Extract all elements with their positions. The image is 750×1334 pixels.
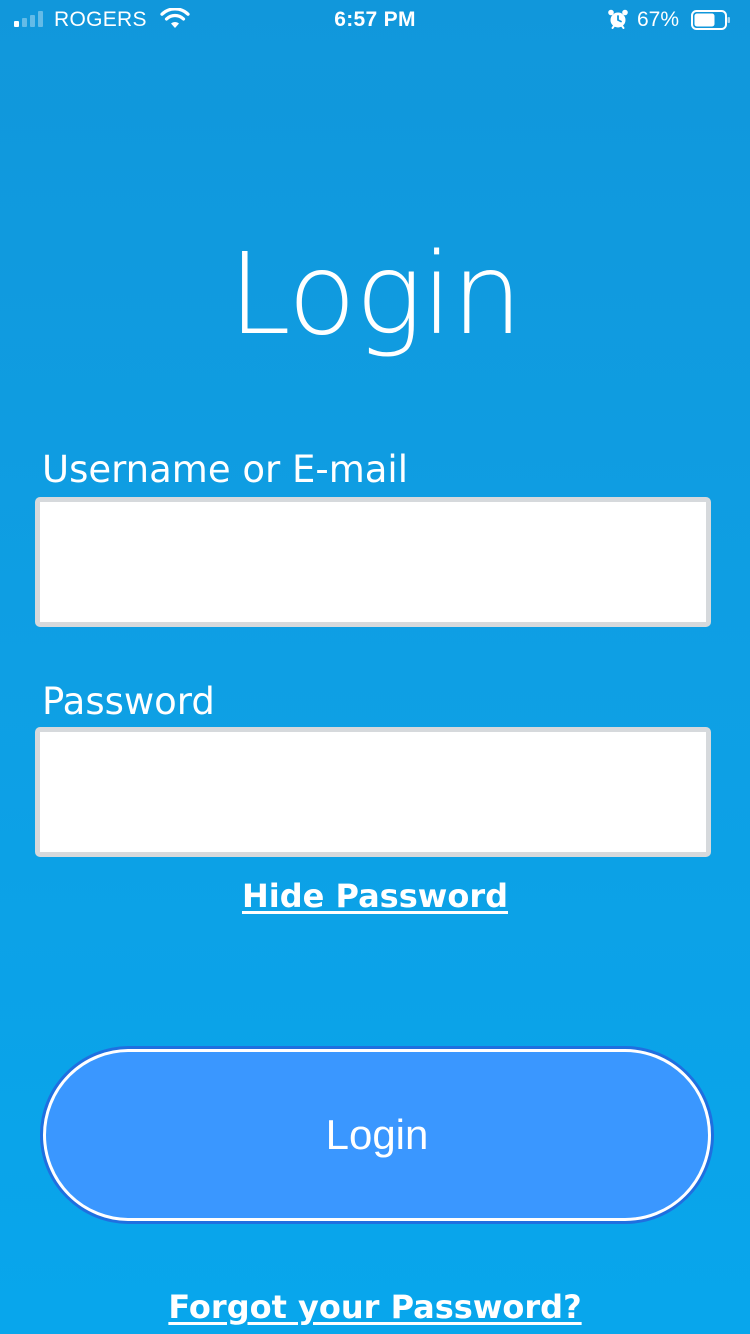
battery-icon <box>691 10 730 30</box>
username-input[interactable] <box>35 497 711 627</box>
status-bar: ROGERS 6:57 PM 67% <box>0 0 750 40</box>
forgot-password-row: Forgot your Password? <box>0 1287 750 1327</box>
password-label: Password <box>42 680 215 723</box>
battery-percentage: 67% <box>637 8 680 31</box>
forgot-password-link[interactable]: Forgot your Password? <box>168 1288 581 1326</box>
hide-password-link[interactable]: Hide Password <box>242 877 508 915</box>
hide-password-row: Hide Password <box>0 876 750 916</box>
login-button[interactable]: Login <box>43 1049 711 1221</box>
page-title: Login <box>228 230 522 360</box>
password-input[interactable] <box>35 727 711 857</box>
alarm-icon <box>608 9 628 29</box>
username-label: Username or E-mail <box>42 448 408 491</box>
